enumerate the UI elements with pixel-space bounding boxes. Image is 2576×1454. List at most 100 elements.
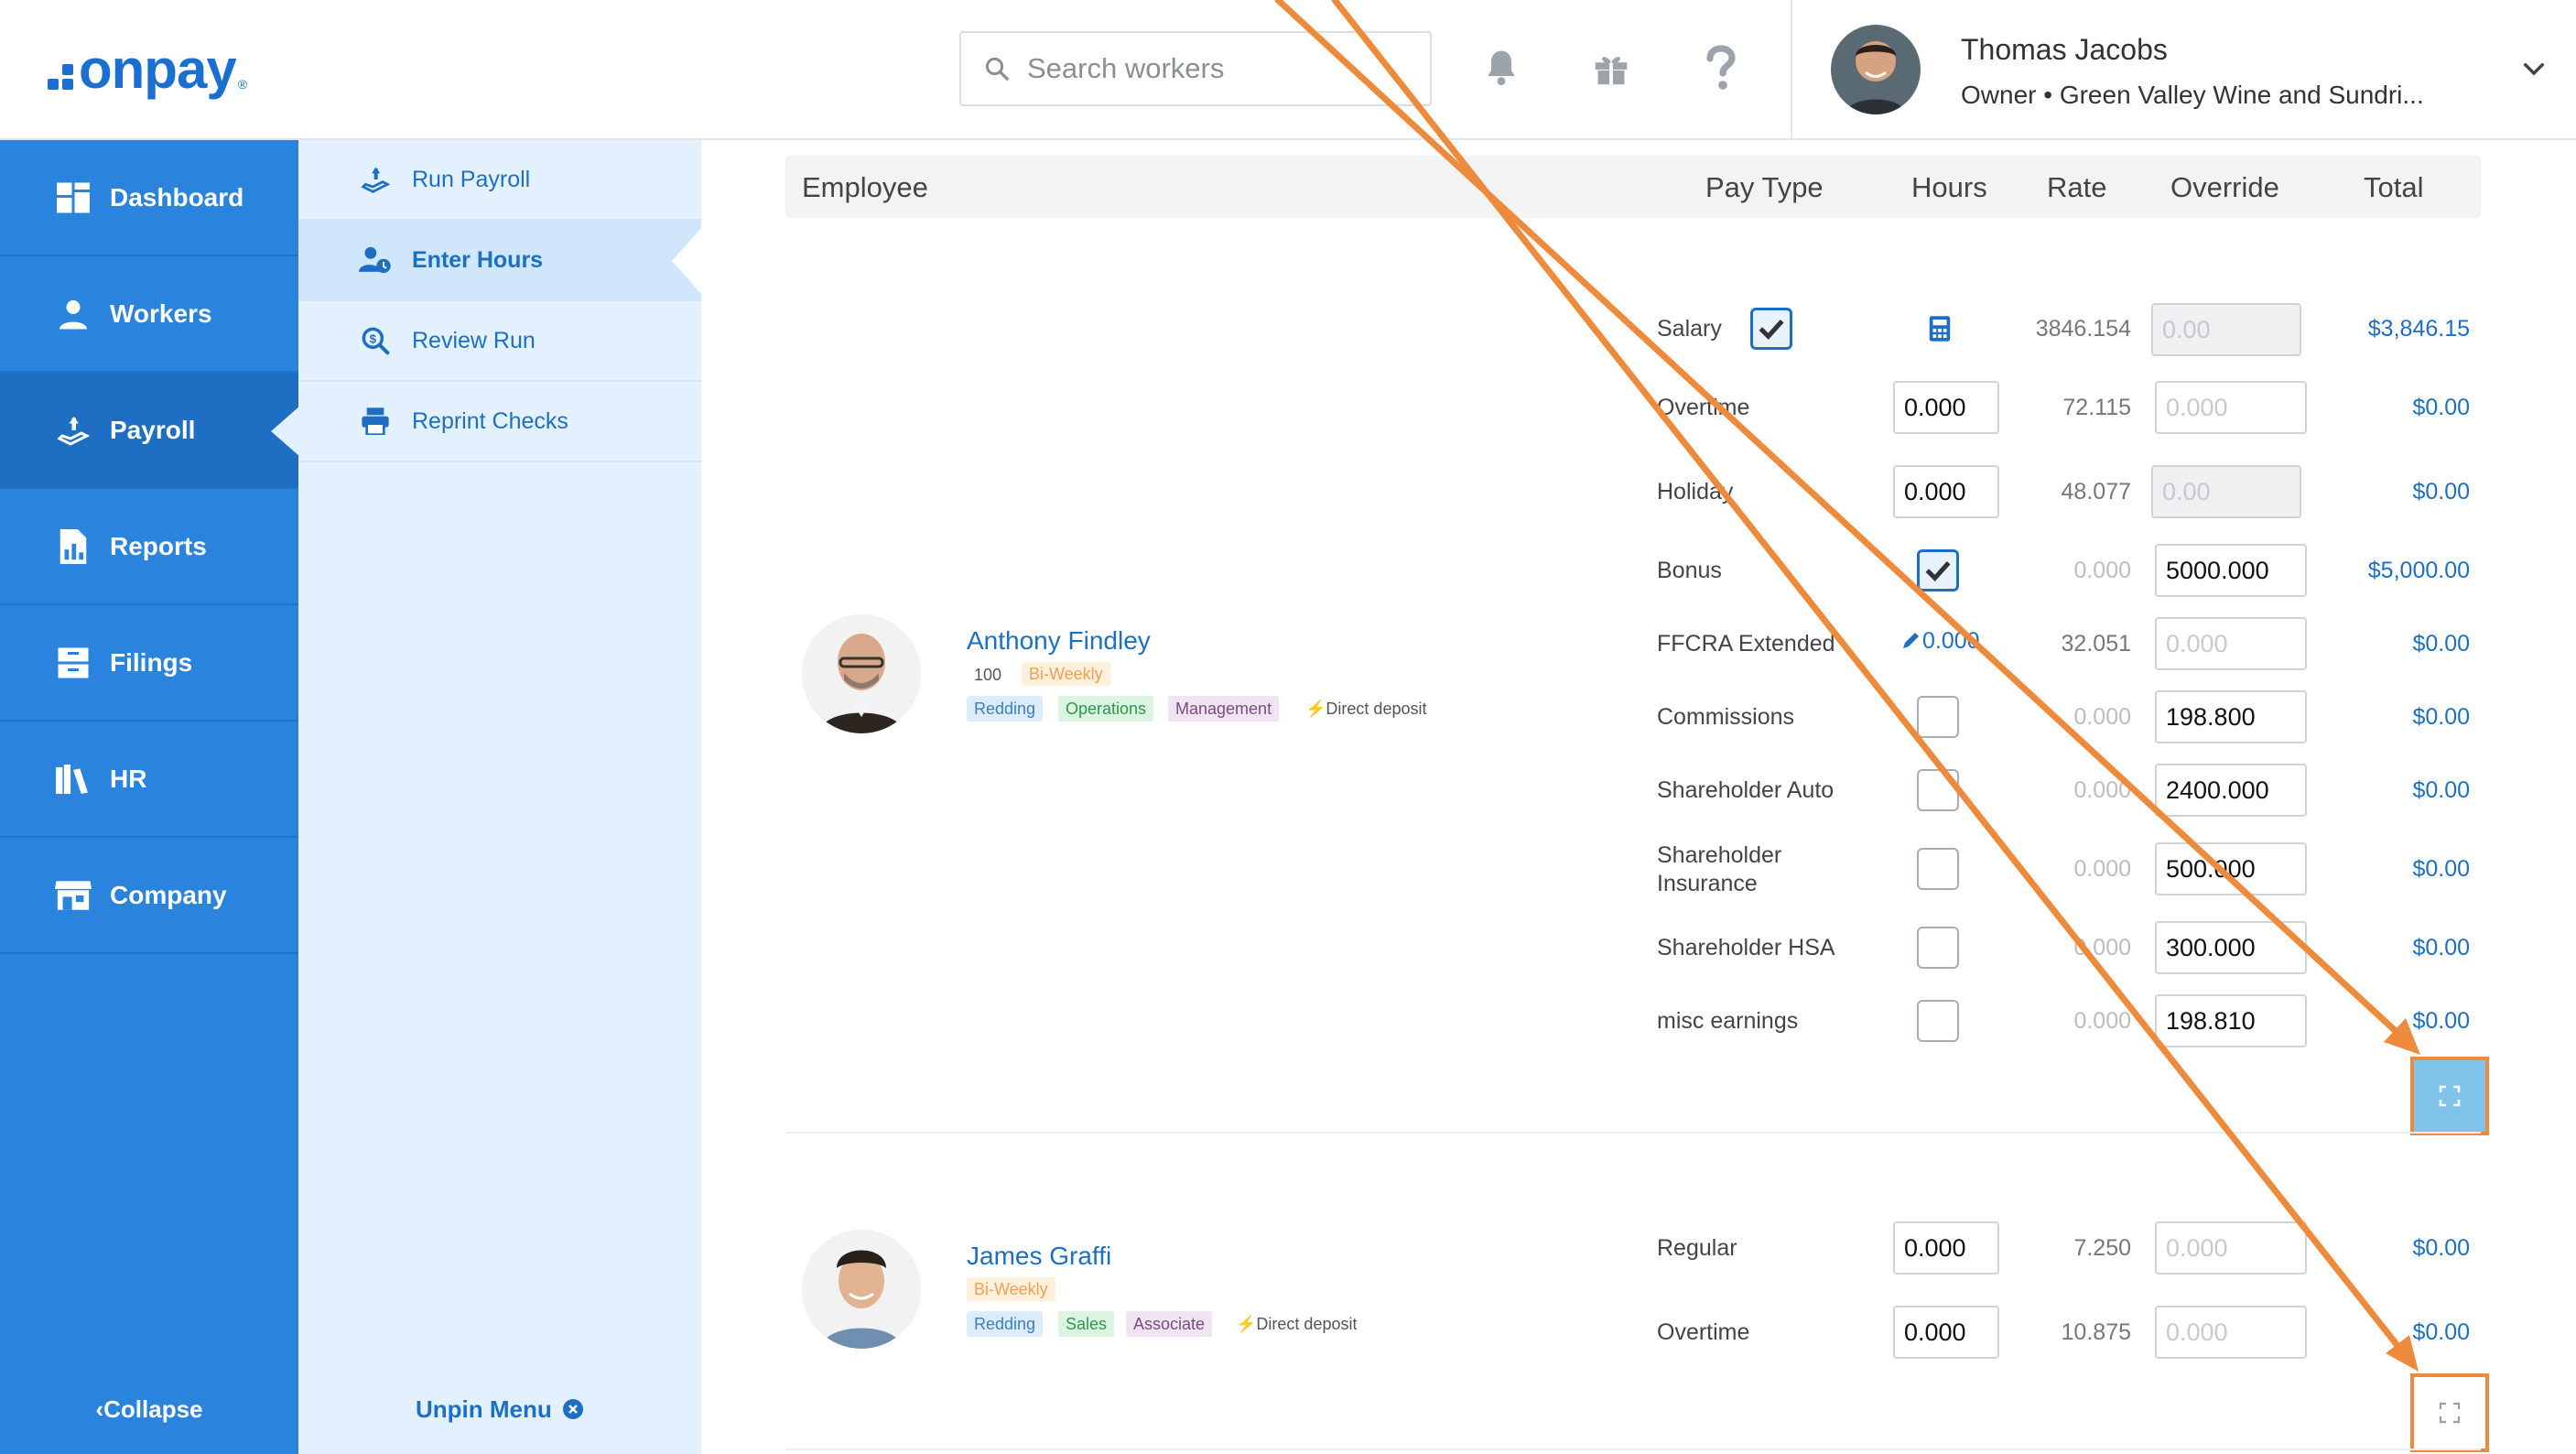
employee-name[interactable]: Anthony Findley bbox=[967, 626, 1151, 656]
override-input[interactable]: 0.00 bbox=[2151, 303, 2301, 356]
rate-value: 72.115 bbox=[2062, 395, 2131, 420]
rate-value: 0.000 bbox=[2073, 1008, 2131, 1034]
misc-earnings-checkbox[interactable] bbox=[1917, 1000, 1959, 1042]
col-rate: Rate bbox=[2047, 171, 2107, 203]
override-input[interactable]: 2400.000 bbox=[2155, 764, 2307, 817]
col-override: Override bbox=[2170, 171, 2279, 203]
override-input[interactable]: 300.000 bbox=[2155, 921, 2307, 974]
help-icon[interactable] bbox=[1694, 40, 1748, 95]
onpay-logo[interactable]: onpay ® bbox=[48, 38, 247, 100]
pay-type-label: Bonus bbox=[1657, 558, 1722, 583]
subnav-item-enter-hours[interactable]: Enter Hours bbox=[298, 221, 701, 301]
subnav-item-review-run[interactable]: $ Review Run bbox=[298, 301, 701, 382]
expand-button[interactable] bbox=[2410, 1057, 2489, 1135]
nav-item-filings[interactable]: Filings bbox=[0, 605, 298, 722]
total-value: $0.00 bbox=[2412, 935, 2470, 960]
chevron-down-icon[interactable] bbox=[2519, 55, 2549, 84]
collapse-button[interactable]: ‹Collapse bbox=[0, 1395, 298, 1424]
top-header: onpay ® Thomas Jacobs Owner • Green Vall… bbox=[0, 0, 2576, 140]
user-avatar[interactable] bbox=[1831, 25, 1921, 114]
override-input[interactable]: 5000.000 bbox=[2155, 544, 2307, 597]
pay-type-label: Shareholder HSA bbox=[1657, 935, 1835, 960]
employee-avatar[interactable] bbox=[802, 1230, 921, 1349]
commissions-checkbox[interactable] bbox=[1917, 696, 1959, 738]
total-value: $0.00 bbox=[2412, 704, 2470, 730]
pay-frequency-badge: Bi-Weekly bbox=[1022, 662, 1110, 686]
direct-deposit: ⚡Direct deposit bbox=[1305, 700, 1426, 719]
override-input[interactable]: 0.000 bbox=[2155, 1221, 2307, 1275]
subnav-label: Review Run bbox=[412, 327, 536, 353]
col-employee: Employee bbox=[802, 171, 928, 203]
shareholder-hsa-checkbox[interactable] bbox=[1917, 927, 1959, 969]
pay-type-label: Shareholder bbox=[1657, 842, 1782, 868]
hours-input[interactable]: 0.000 bbox=[1893, 1221, 1999, 1275]
shareholder-insurance-checkbox[interactable] bbox=[1917, 848, 1959, 890]
total-value: $0.00 bbox=[2412, 777, 2470, 803]
shareholder-auto-checkbox[interactable] bbox=[1917, 769, 1959, 811]
unpin-label: Unpin Menu bbox=[416, 1395, 552, 1423]
override-input[interactable]: 198.810 bbox=[2155, 994, 2307, 1047]
search-box[interactable] bbox=[959, 31, 1432, 106]
pay-type-label: Shareholder Auto bbox=[1657, 777, 1835, 803]
pay-type-label: Overtime bbox=[1657, 1319, 1750, 1345]
pay-frequency-badge: Bi-Weekly bbox=[967, 1277, 1055, 1301]
gift-icon[interactable] bbox=[1584, 40, 1639, 95]
unpin-menu-button[interactable]: Unpin Menu bbox=[298, 1395, 701, 1424]
total-value: $5,000.00 bbox=[2367, 558, 2470, 583]
nav-item-payroll[interactable]: Payroll bbox=[0, 373, 298, 489]
override-input[interactable]: 0.000 bbox=[2155, 381, 2307, 434]
hours-input[interactable]: 0.000 bbox=[1893, 381, 1999, 434]
employee-name[interactable]: James Graffi bbox=[967, 1242, 1111, 1271]
total-value: $0.00 bbox=[2412, 1235, 2470, 1261]
subnav-item-reprint-checks[interactable]: Reprint Checks bbox=[298, 382, 701, 462]
override-input[interactable]: 0.00 bbox=[2151, 465, 2301, 518]
total-value: $0.00 bbox=[2412, 395, 2470, 420]
rate-value: 0.000 bbox=[2073, 558, 2131, 583]
nav-item-reports[interactable]: Reports bbox=[0, 489, 298, 605]
hr-icon bbox=[55, 761, 92, 798]
nav-item-company[interactable]: Company bbox=[0, 838, 298, 954]
nav-label: HR bbox=[110, 764, 147, 793]
row-divider bbox=[785, 1132, 2481, 1134]
bonus-checkbox[interactable] bbox=[1917, 549, 1959, 591]
company-icon bbox=[55, 877, 92, 914]
subnav-item-run-payroll[interactable]: Run Payroll bbox=[298, 140, 701, 221]
edit-hours-link[interactable]: 0.000 bbox=[1900, 628, 1980, 655]
lightning-icon: ⚡ bbox=[1236, 1315, 1257, 1333]
search-input[interactable] bbox=[1025, 51, 1395, 86]
total-value: $0.00 bbox=[2412, 1319, 2470, 1345]
bell-icon[interactable] bbox=[1474, 40, 1529, 95]
filings-icon bbox=[55, 645, 92, 681]
nav-item-dashboard[interactable]: Dashboard bbox=[0, 140, 298, 256]
calculator-icon[interactable] bbox=[1928, 315, 1952, 342]
col-hours: Hours bbox=[1911, 171, 1987, 203]
hours-input[interactable]: 0.000 bbox=[1893, 465, 1999, 518]
logo-mark-icon bbox=[48, 64, 73, 90]
nav-item-hr[interactable]: HR bbox=[0, 722, 298, 838]
salary-checkbox[interactable] bbox=[1750, 308, 1792, 350]
rate-value: 0.000 bbox=[2073, 777, 2131, 803]
hours-input[interactable]: 0.000 bbox=[1893, 1306, 1999, 1359]
nav-label: Company bbox=[110, 880, 227, 909]
location-tag: Redding bbox=[967, 1311, 1044, 1337]
main-nav: Dashboard Workers Payroll Reports Filing… bbox=[0, 140, 300, 1454]
direct-deposit-label: Direct deposit bbox=[1256, 1315, 1358, 1333]
override-input[interactable]: 500.000 bbox=[2155, 842, 2307, 895]
rate-value: 7.250 bbox=[2073, 1235, 2131, 1261]
total-value: $0.00 bbox=[2412, 479, 2470, 505]
pencil-icon bbox=[1903, 633, 1919, 648]
chevron-left-icon: ‹ bbox=[95, 1395, 104, 1423]
user-divider bbox=[1791, 0, 1792, 140]
employee-avatar[interactable] bbox=[802, 614, 921, 733]
override-input[interactable]: 0.000 bbox=[2155, 1306, 2307, 1359]
user-role: Owner • Green Valley Wine and Sundri... bbox=[1961, 81, 2424, 109]
subnav-label: Enter Hours bbox=[412, 246, 544, 273]
pay-type-label: FFCRA Extended bbox=[1657, 631, 1835, 656]
override-input[interactable]: 198.800 bbox=[2155, 690, 2307, 743]
nav-item-workers[interactable]: Workers bbox=[0, 256, 298, 373]
subnav-label: Reprint Checks bbox=[412, 407, 568, 434]
user-name: Thomas Jacobs bbox=[1961, 33, 2168, 66]
expand-button[interactable] bbox=[2410, 1373, 2489, 1452]
override-input[interactable]: 0.000 bbox=[2155, 617, 2307, 670]
payroll-icon bbox=[55, 412, 92, 449]
